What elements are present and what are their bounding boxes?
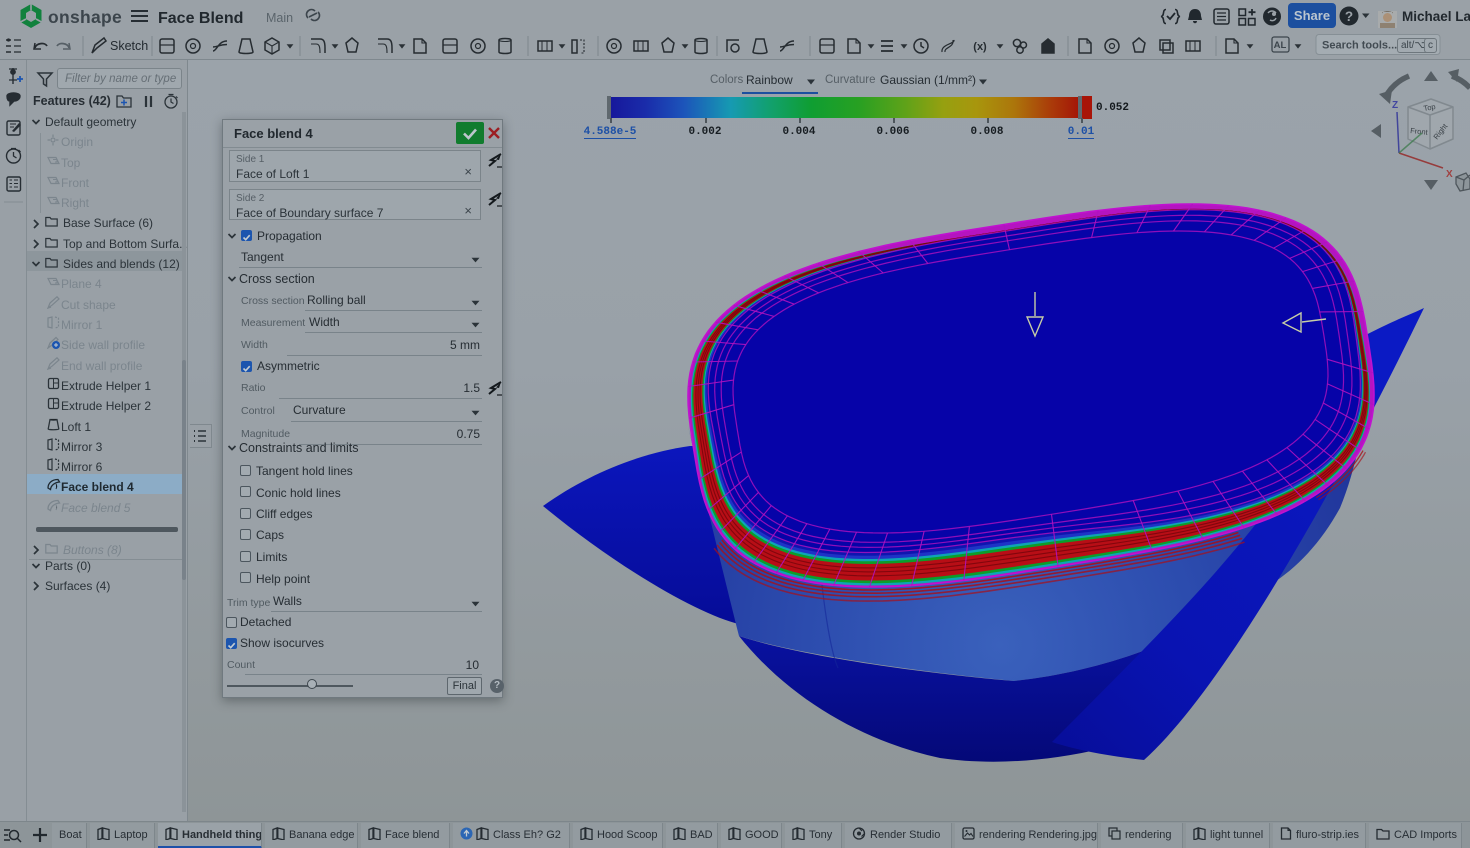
svg-text:X: X [1446, 169, 1453, 180]
svg-text:Michael LaFle: Michael LaFle [1402, 9, 1470, 24]
svg-text:AL: AL [1274, 40, 1287, 51]
svg-text:Share: Share [1294, 8, 1330, 23]
svg-text:Sketch: Sketch [110, 39, 148, 53]
svg-text:Z: Z [1392, 100, 1398, 111]
svg-text:Search tools...: Search tools... [1322, 40, 1397, 52]
svg-text:Main: Main [266, 11, 293, 25]
svg-text:Face Blend: Face Blend [158, 10, 243, 27]
svg-text:(x): (x) [973, 41, 987, 53]
svg-text:?: ? [1345, 9, 1353, 24]
svg-text:onshape: onshape [48, 7, 122, 27]
